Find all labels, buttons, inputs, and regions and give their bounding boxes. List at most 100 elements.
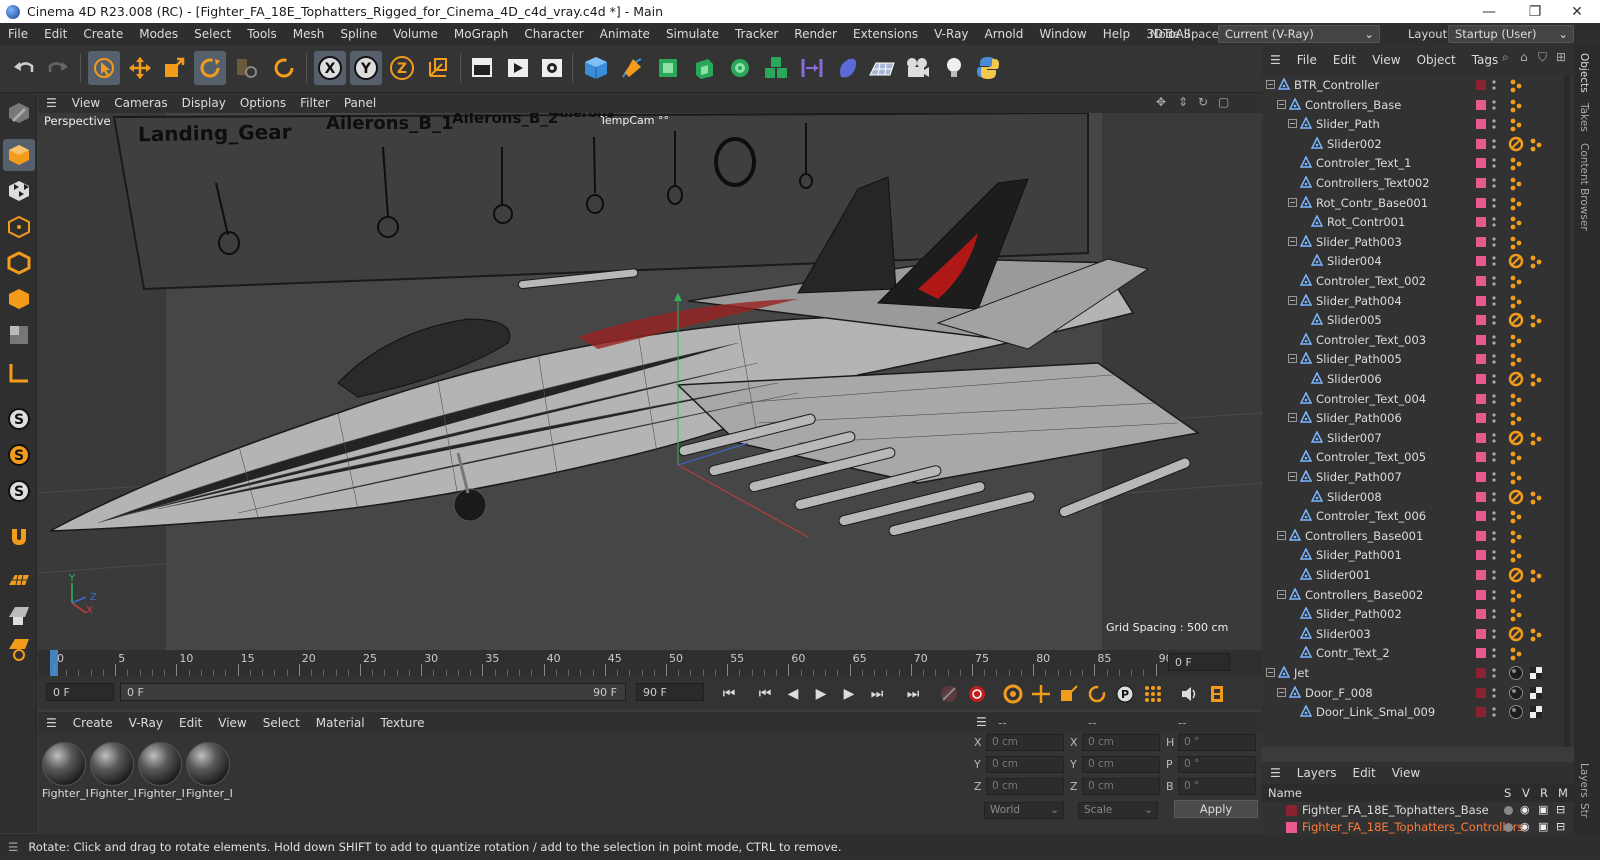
next-key-button[interactable]: ⏭: [864, 682, 890, 706]
collapse-toggle-icon[interactable]: −: [1288, 354, 1297, 364]
home-icon[interactable]: ⌂: [1520, 50, 1528, 64]
render-view-button[interactable]: [466, 51, 498, 85]
render-picture-viewer-button[interactable]: [502, 51, 534, 85]
key-parameter-button[interactable]: P: [1112, 682, 1138, 706]
xpresso-tag-icon[interactable]: [1508, 528, 1524, 544]
layer-solo-toggle[interactable]: [1504, 823, 1513, 832]
xpresso-tag-icon[interactable]: [1528, 253, 1544, 269]
xpresso-tag-icon[interactable]: [1508, 273, 1524, 289]
visibility-dots-icon[interactable]: [1492, 235, 1496, 249]
visibility-dots-icon[interactable]: [1492, 215, 1496, 229]
play-button[interactable]: ▶: [808, 682, 834, 706]
material-menu-edit[interactable]: Edit: [171, 716, 210, 730]
object-menu-view[interactable]: View: [1364, 53, 1408, 67]
render-clapper-icon[interactable]: ▣: [1538, 820, 1548, 833]
minimize-button[interactable]: —: [1466, 0, 1512, 23]
hamburger-icon[interactable]: ☰: [38, 96, 65, 110]
xpresso-tag-icon[interactable]: [1508, 391, 1524, 407]
object-tree-row[interactable]: − Jet: [1262, 663, 1574, 683]
object-tree-row[interactable]: Controler_Text_006: [1262, 506, 1574, 526]
material-menu-view[interactable]: View: [210, 716, 254, 730]
xpresso-tag-icon[interactable]: [1508, 214, 1524, 230]
start-frame-field[interactable]: 0 F: [46, 683, 114, 701]
go-to-end-button[interactable]: ⏭: [900, 682, 926, 706]
visibility-dots-icon[interactable]: [1492, 588, 1496, 602]
layer-color-chip[interactable]: [1476, 393, 1486, 404]
collapse-toggle-icon[interactable]: −: [1277, 687, 1286, 697]
menu-character[interactable]: Character: [516, 27, 591, 41]
position-y-field[interactable]: 0 cm: [986, 756, 1064, 773]
position-z-field[interactable]: 0 cm: [986, 778, 1064, 795]
layer-color-chip[interactable]: [1476, 668, 1486, 678]
menu-select[interactable]: Select: [186, 27, 239, 41]
visibility-dots-icon[interactable]: [1492, 137, 1496, 151]
menu-mograph[interactable]: MoGraph: [446, 27, 517, 41]
visibility-dots-icon[interactable]: [1492, 431, 1496, 445]
tab-takes[interactable]: Takes: [1578, 103, 1590, 132]
hamburger-icon[interactable]: ☰: [0, 840, 28, 854]
object-tree-row[interactable]: Controler_Text_1: [1262, 153, 1574, 173]
object-menu-object[interactable]: Object: [1409, 53, 1464, 67]
material-swatch[interactable]: Fighter_I: [42, 742, 88, 804]
object-tree-row[interactable]: Slider002: [1262, 134, 1574, 154]
light-button[interactable]: [938, 51, 970, 85]
cube-object-button[interactable]: [580, 51, 612, 85]
object-tree-row[interactable]: − BTR_Controller: [1262, 75, 1574, 95]
layer-color-chip[interactable]: [1476, 609, 1486, 620]
layer-row[interactable]: Fighter_FA_18E_Tophatters_Base ◉ ▣ ⊟: [1262, 802, 1574, 819]
render-settings-button[interactable]: [536, 51, 568, 85]
layer-color-chip[interactable]: [1476, 295, 1486, 306]
material-menu-create[interactable]: Create: [65, 716, 121, 730]
layout-dropdown[interactable]: Startup (User) ⌄: [1448, 25, 1574, 43]
layer-color-chip[interactable]: [1476, 334, 1486, 345]
hamburger-icon[interactable]: ☰: [38, 716, 65, 730]
object-tree-row[interactable]: − Slider_Path005: [1262, 349, 1574, 369]
object-tree-row[interactable]: Controler_Text_002: [1262, 271, 1574, 291]
collapse-toggle-icon[interactable]: −: [1277, 99, 1286, 109]
checker-tag-icon[interactable]: [1528, 665, 1544, 681]
tab-content-browser[interactable]: Content Browser: [1578, 143, 1590, 231]
xpresso-tag-icon[interactable]: [1508, 351, 1524, 367]
layer-menu-layers[interactable]: Layers: [1289, 766, 1345, 780]
layer-color-chip[interactable]: [1476, 315, 1486, 326]
model-mode-button[interactable]: [3, 139, 35, 171]
xpresso-tag-icon[interactable]: [1508, 645, 1524, 661]
next-frame-button[interactable]: ▶: [836, 682, 862, 706]
layer-color-chip[interactable]: [1476, 570, 1486, 580]
point-mode-button[interactable]: [3, 211, 35, 243]
visibility-dots-icon[interactable]: [1492, 627, 1496, 641]
xpresso-tag-icon[interactable]: [1508, 469, 1524, 485]
object-tree-row[interactable]: Slider004: [1262, 251, 1574, 271]
snap-settings-button[interactable]: S: [3, 439, 35, 471]
xpresso-tag-icon[interactable]: [1528, 567, 1544, 583]
visibility-dots-icon[interactable]: [1492, 509, 1496, 523]
menu-modes[interactable]: Modes: [131, 27, 186, 41]
xpresso-tag-icon[interactable]: [1508, 449, 1524, 465]
timeline-playhead[interactable]: [50, 650, 58, 676]
visibility-dots-icon[interactable]: [1492, 372, 1496, 386]
new-window-icon[interactable]: ⊞: [1556, 50, 1566, 64]
viewport-menu-panel[interactable]: Panel: [337, 96, 383, 110]
apply-button[interactable]: Apply: [1174, 800, 1258, 818]
object-tree-row[interactable]: − Slider_Path007: [1262, 467, 1574, 487]
collapse-toggle-icon[interactable]: −: [1288, 413, 1297, 423]
xpresso-tag-icon[interactable]: [1508, 410, 1524, 426]
lock-workplane-button[interactable]: [3, 633, 35, 665]
xpresso-tag-icon[interactable]: [1508, 116, 1524, 132]
object-tree-row[interactable]: Slider008: [1262, 487, 1574, 507]
redo-button[interactable]: [42, 51, 74, 85]
collapse-toggle-icon[interactable]: −: [1288, 295, 1297, 305]
menu-extensions[interactable]: Extensions: [845, 27, 926, 41]
object-tree-row[interactable]: − Slider_Path: [1262, 114, 1574, 134]
layer-color-chip[interactable]: [1476, 687, 1486, 698]
object-tree-row[interactable]: Slider001: [1262, 565, 1574, 585]
rotation-p-field[interactable]: 0 °: [1178, 756, 1256, 773]
constraint-tag-icon[interactable]: [1508, 312, 1524, 328]
object-tree-row[interactable]: Door_Link_Smal_009: [1262, 702, 1574, 722]
object-tree-row[interactable]: Slider005: [1262, 310, 1574, 330]
move-tool-button[interactable]: [124, 51, 156, 85]
uv-mode-button[interactable]: [3, 319, 35, 351]
object-tree-row[interactable]: − Rot_Contr_Base001: [1262, 193, 1574, 213]
menu-window[interactable]: Window: [1031, 27, 1094, 41]
visibility-dots-icon[interactable]: [1492, 333, 1496, 347]
